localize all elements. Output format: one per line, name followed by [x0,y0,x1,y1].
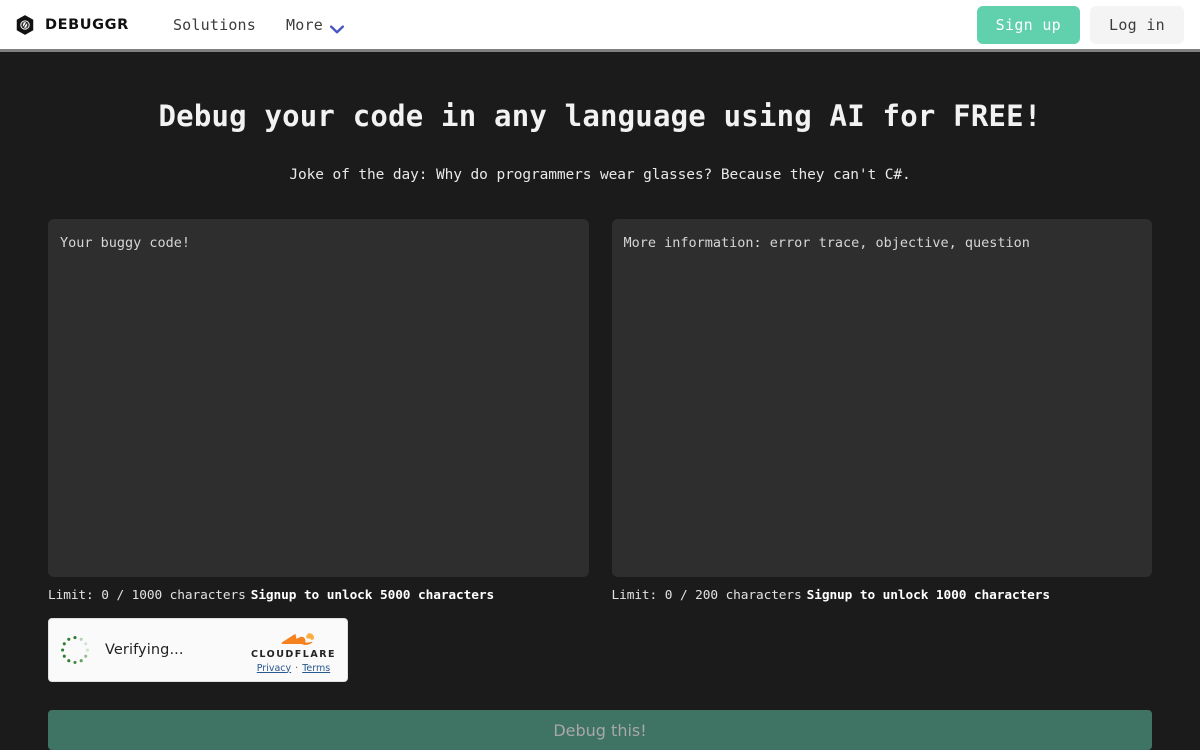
loading-spinner-icon [58,633,92,667]
nav-auth-actions: Sign up Log in [976,5,1184,44]
brand-name: DEBUGGR [45,16,129,33]
code-limit-count: Limit: 0 / 1000 characters [48,588,246,603]
code-editor-column: Limit: 0 / 1000 characters Signup to unlo… [48,219,589,682]
details-limit-unlock: Signup to unlock 1000 characters [806,588,1050,603]
nav-item-more[interactable]: More [286,16,344,34]
cloudflare-legal-links: Privacy · Terms [257,662,330,674]
page-title: Debug your code in any language using AI… [158,99,1042,133]
privacy-link[interactable]: Privacy [257,663,291,674]
captcha-status-text: Verifying... [105,642,184,658]
hex-nut-code-icon [14,14,36,36]
debug-submit-button[interactable]: Debug this! [48,710,1152,750]
top-navbar: DEBUGGR Solutions More Sign up Log in [0,0,1200,52]
code-limit-unlock: Signup to unlock 5000 characters [250,588,495,603]
cloudflare-turnstile-widget[interactable]: Verifying... CLOUDFLARE Privacy · Terms [48,618,348,682]
code-limit-line: Limit: 0 / 1000 characters Signup to unlo… [48,588,589,603]
cloudflare-branding: CLOUDFLARE Privacy · Terms [251,627,336,673]
code-input[interactable] [48,219,589,577]
details-editor-column: Limit: 0 / 200 characters Signup to unloc… [611,219,1153,682]
link-separator: · [295,662,299,674]
editor-row: Limit: 0 / 1000 characters Signup to unlo… [48,219,1152,682]
details-limit-line: Limit: 0 / 200 characters Signup to unloc… [612,588,1153,603]
log-in-button[interactable]: Log in [1090,5,1184,44]
joke-of-the-day: Joke of the day: Why do programmers wear… [289,167,911,183]
nav-item-solutions-label: Solutions [172,15,257,34]
terms-link[interactable]: Terms [302,663,330,674]
sign-up-button[interactable]: Sign up [976,5,1080,44]
nav-item-more-label: More [286,15,323,34]
details-limit-count: Limit: 0 / 200 characters [611,588,802,603]
chevron-down-icon [329,20,344,34]
nav-links: Solutions More [173,16,344,34]
brand-logo[interactable]: DEBUGGR [14,14,129,36]
cloudflare-cloud-icon [270,627,316,648]
cloudflare-wordmark: CLOUDFLARE [250,649,336,660]
main-content: Debug your code in any language using AI… [0,99,1200,750]
nav-item-solutions[interactable]: Solutions [173,16,256,34]
details-input[interactable] [611,219,1152,577]
